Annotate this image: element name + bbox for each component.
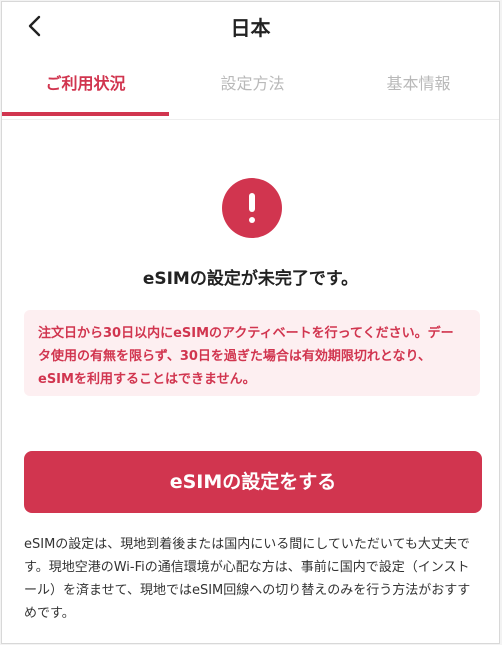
tab-usage[interactable]: ご利用状況 — [2, 62, 169, 114]
warning-text: 注文日から30日以内にeSIMのアクティベートを行ってください。データ使用の有無… — [38, 326, 454, 387]
warning-box: 注文日から30日以内にeSIMのアクティベートを行ってください。データ使用の有無… — [24, 310, 480, 396]
status-title: eSIMの設定が未完了です。 — [142, 269, 359, 289]
active-tab-indicator — [2, 112, 169, 116]
tabs-divider — [2, 119, 499, 120]
page-title: 日本 — [230, 16, 271, 40]
tab-setup-method[interactable]: 設定方法 — [169, 62, 336, 114]
setup-note: eSIMの設定は、現地到着後または国内にいる間にしていただいても大丈夫です。現地… — [24, 537, 471, 621]
header: 日本 — [2, 2, 499, 54]
esim-setup-button[interactable]: eSIMの設定をする — [24, 451, 482, 513]
app-screen: 日本 ご利用状況 設定方法 基本情報 eSIMの設定が未完了です。 注文日から3… — [1, 1, 500, 644]
exclamation-circle-icon — [222, 178, 282, 238]
tab-basic-info[interactable]: 基本情報 — [336, 62, 499, 114]
tab-bar: ご利用状況 設定方法 基本情報 — [2, 62, 499, 118]
